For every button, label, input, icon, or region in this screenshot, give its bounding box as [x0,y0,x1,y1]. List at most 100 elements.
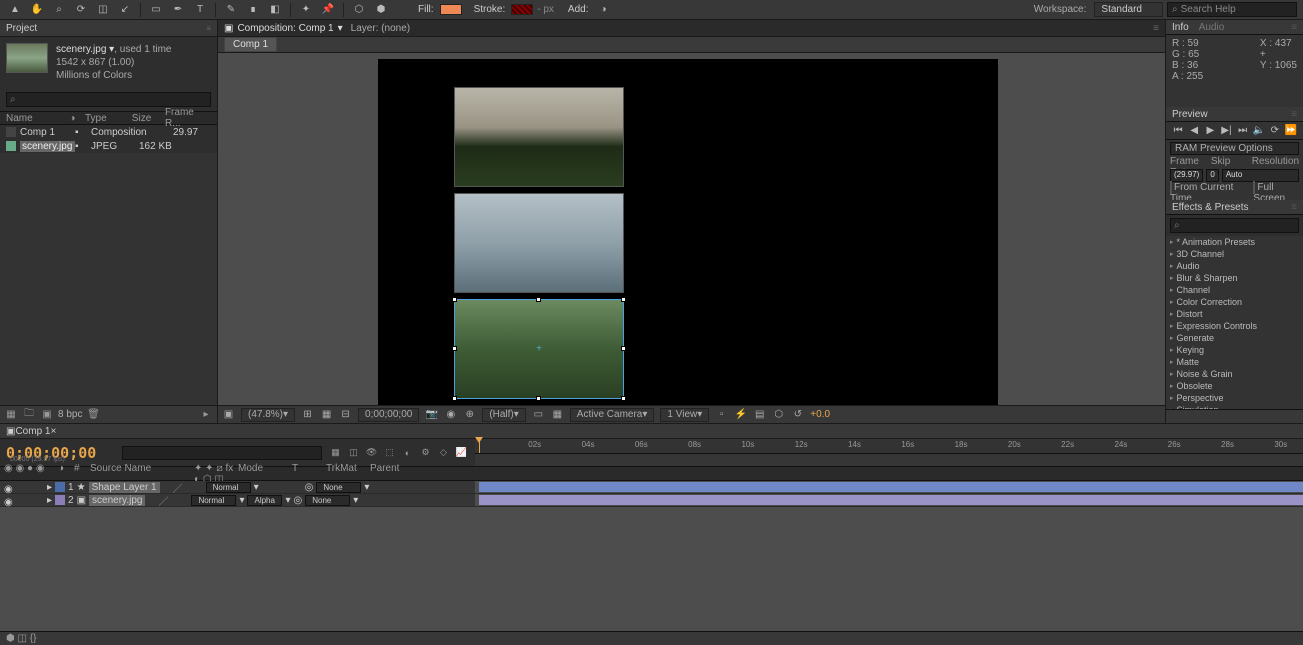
ram-preview-select[interactable]: RAM Preview Options [1170,142,1299,155]
grid-icon[interactable]: ⊟ [339,408,352,421]
project-row-file[interactable]: scenery.jpg ▪ JPEG 162 KB [0,139,217,153]
next-frame-icon[interactable]: ▶| [1219,124,1233,138]
comp-viewer-tab[interactable]: ▣ Composition: Comp 1 ▾ [224,23,343,34]
handle-l[interactable] [452,346,457,351]
timeline-layer-1[interactable]: ◉ ▸ 1 ★ Shape Layer 1 ／ Normal▾ ◎None▾ [0,481,1303,494]
rotate-tool-icon[interactable]: ⟳ [72,1,90,19]
last-frame-icon[interactable]: ⏭ [1236,124,1250,138]
ram-preview-icon[interactable]: ⏩ [1284,124,1298,138]
mute-icon[interactable]: 🔈 [1252,124,1266,138]
graph-editor-icon[interactable]: 📈 [454,445,469,460]
handle-t[interactable] [536,297,541,302]
effects-category[interactable]: Noise & Grain [1166,368,1303,380]
bpc-label[interactable]: 8 bpc [58,409,82,420]
new-comp-icon[interactable]: ▣ [40,408,54,422]
loop-icon[interactable]: ⟳ [1268,124,1282,138]
auto-keyframe-icon[interactable]: ◇ [436,445,451,460]
flowchart-icon[interactable]: ▸ [199,408,213,422]
selection-tool-icon[interactable]: ▲ [6,1,24,19]
project-search-input[interactable]: ⌕ [6,92,211,107]
always-preview-icon[interactable]: ▣ [222,408,235,421]
time-display[interactable]: 0;00;00;00 [358,408,419,422]
world-axis-icon[interactable]: ⬢ [372,1,390,19]
handle-bl[interactable] [452,396,457,401]
camera-tool-icon[interactable]: ◫ [94,1,112,19]
layer-viewer-tab[interactable]: Layer: (none) [351,23,410,34]
panel-menu-icon[interactable]: ≡ [206,24,211,33]
type-tool-icon[interactable]: T [191,1,209,19]
stroke-swatch[interactable] [511,4,533,15]
toggle-switches-icon[interactable]: ⬢ ◫ {} [6,633,36,644]
effects-category[interactable]: Distort [1166,308,1303,320]
effects-category[interactable]: * Animation Presets [1166,236,1303,248]
pen-tool-icon[interactable]: ✒ [169,1,187,19]
effects-category[interactable]: Blur & Sharpen [1166,272,1303,284]
comp-tab[interactable]: Comp 1 [224,37,277,52]
resolution-input[interactable]: Auto [1222,169,1299,182]
view-select[interactable]: 1 View ▾ [660,408,709,422]
timeline-layer-2[interactable]: ◉ ▸ 2 ▣ scenery.jpg ／ Normal▾ Alpha▾ ◎No… [0,494,1303,507]
effects-search-input[interactable]: ⌕ [1170,218,1299,233]
effects-category[interactable]: Perspective [1166,392,1303,404]
frame-blend-icon[interactable]: ⬚ [382,445,397,460]
behind-tool-icon[interactable]: ↙ [116,1,134,19]
effects-category[interactable]: Color Correction [1166,296,1303,308]
timeline-search-input[interactable] [122,446,322,460]
brainstorm-icon[interactable]: ⚙ [418,445,433,460]
roto-tool-icon[interactable]: ✦ [297,1,315,19]
timeline-icon[interactable]: ▤ [753,408,766,421]
project-panel-tab[interactable]: Project≡ [0,20,217,37]
time-ruler[interactable]: 02s04s06s08s10s12s14s16s18s20s22s24s26s2… [475,439,1303,454]
preview-panel-tab[interactable]: Preview≡ [1166,107,1303,122]
puppet-tool-icon[interactable]: 📌 [319,1,337,19]
effects-category[interactable]: 3D Channel [1166,248,1303,260]
trash-icon[interactable]: 🗑 [86,408,100,422]
motion-blur-icon[interactable]: ◐ [400,445,415,460]
roi-icon[interactable]: ▭ [532,408,545,421]
timeline-tab[interactable]: ▣ Comp 1 × [0,424,1303,439]
show-channel-icon[interactable]: ◉ [444,408,457,421]
flowchart-icon[interactable]: ⬡ [772,408,785,421]
layer-image-2[interactable] [454,193,624,293]
resolution-select[interactable]: (Half) ▾ [482,408,525,422]
comp-mini-flowchart-icon[interactable]: ▦ [328,445,343,460]
handle-r[interactable] [621,346,626,351]
composition-viewer[interactable] [218,53,1165,405]
effects-category[interactable]: Obsolete [1166,380,1303,392]
zoom-select[interactable]: (47.8%) ▾ [241,408,295,422]
effects-category[interactable]: Generate [1166,332,1303,344]
framerate-input[interactable]: (29.97) [1170,169,1203,182]
brush-tool-icon[interactable]: ✎ [222,1,240,19]
effects-category[interactable]: Matte [1166,356,1303,368]
fast-preview-icon[interactable]: ⚡ [734,408,747,421]
transp-grid-icon[interactable]: ▦ [551,408,564,421]
res-menu-icon[interactable]: ⊞ [301,408,314,421]
add-dropdown-icon[interactable]: ◑ [595,1,613,19]
draft3d-icon[interactable]: ◫ [346,445,361,460]
camera-select[interactable]: Active Camera ▾ [570,408,655,422]
exposure-value[interactable]: +0.0 [810,409,830,420]
local-axis-icon[interactable]: ⬡ [350,1,368,19]
layer-image-3-selected[interactable] [454,299,624,399]
panel-menu-icon[interactable]: ≡ [1153,23,1159,34]
search-help-input[interactable]: ⌕ Search Help [1167,2,1297,17]
fill-swatch[interactable] [440,4,462,15]
interpret-icon[interactable]: ▦ [4,408,18,422]
effects-category[interactable]: Audio [1166,260,1303,272]
workspace-select[interactable]: Standard [1094,2,1163,17]
handle-br[interactable] [621,396,626,401]
effects-panel-tab[interactable]: Effects & Presets≡ [1166,200,1303,215]
hand-tool-icon[interactable]: ✋ [28,1,46,19]
reset-exp-icon[interactable]: ↺ [791,408,804,421]
info-panel-tab[interactable]: Info Audio ≡ [1166,20,1303,35]
prev-frame-icon[interactable]: ◀ [1187,124,1201,138]
stamp-tool-icon[interactable]: ∎ [244,1,262,19]
shy-icon[interactable]: 👁 [364,445,379,460]
effects-category[interactable]: Channel [1166,284,1303,296]
handle-tl[interactable] [452,297,457,302]
handle-b[interactable] [536,396,541,401]
asset-thumbnail[interactable] [6,43,48,73]
effects-category[interactable]: Keying [1166,344,1303,356]
channel-menu-icon[interactable]: ⊕ [463,408,476,421]
audio-panel-tab[interactable]: Audio [1199,22,1225,33]
